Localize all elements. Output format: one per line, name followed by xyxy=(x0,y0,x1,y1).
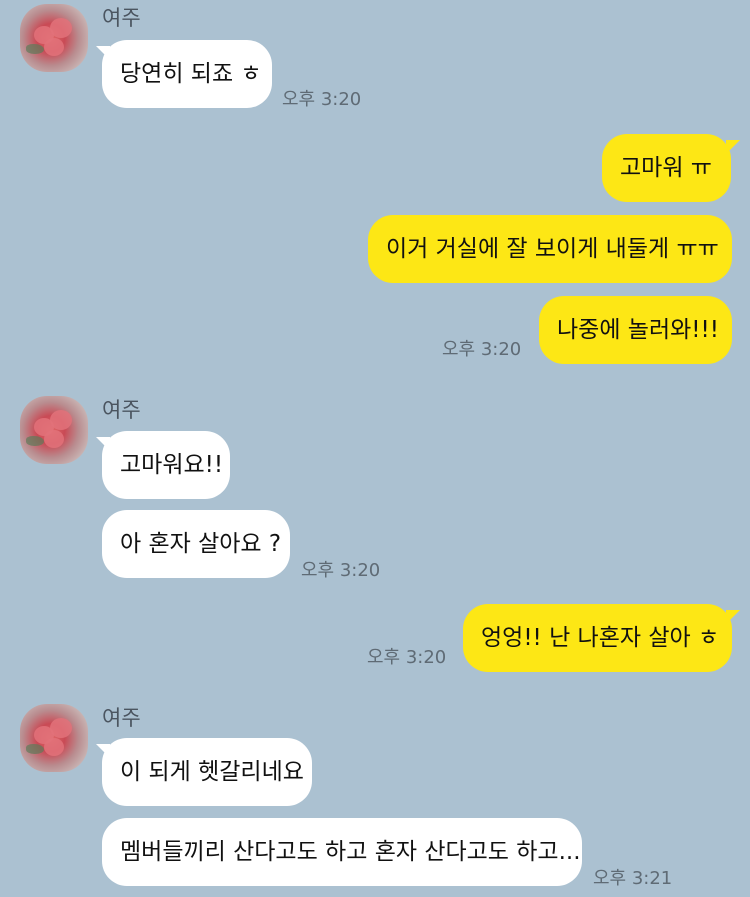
message-bubble-outgoing[interactable]: 이거 거실에 잘 보이게 내둘게 ㅠㅠ xyxy=(368,215,732,283)
bubble-tail xyxy=(726,610,740,624)
contact-name: 여주 xyxy=(102,706,141,730)
chat-window: 여주 당연히 되죠 ㅎ 오후 3:20 고마워 ㅠ 이거 거실에 잘 보이게 내… xyxy=(0,0,750,897)
message-bubble-incoming[interactable]: 고마워요!! xyxy=(102,431,230,499)
bubble-tail xyxy=(726,140,740,154)
message-bubble-outgoing[interactable]: 나중에 놀러와!!! xyxy=(539,296,732,364)
contact-avatar[interactable] xyxy=(20,396,88,464)
message-time: 오후 3:20 xyxy=(282,89,362,110)
contact-name: 여주 xyxy=(102,6,141,30)
contact-avatar[interactable] xyxy=(20,704,88,772)
message-time: 오후 3:20 xyxy=(367,647,447,668)
message-time: 오후 3:20 xyxy=(301,560,381,581)
message-bubble-incoming[interactable]: 당연히 되죠 ㅎ xyxy=(102,40,272,108)
contact-name: 여주 xyxy=(102,398,141,422)
message-bubble-incoming[interactable]: 멤버들끼리 산다고도 하고 혼자 산다고도 하고... xyxy=(102,818,582,886)
message-bubble-incoming[interactable]: 아 혼자 살아요 ? xyxy=(102,510,290,578)
contact-avatar[interactable] xyxy=(20,4,88,72)
message-bubble-outgoing[interactable]: 고마워 ㅠ xyxy=(602,134,731,202)
message-time: 오후 3:20 xyxy=(442,339,522,360)
message-bubble-incoming[interactable]: 이 되게 헷갈리네요 xyxy=(102,738,312,806)
message-bubble-outgoing[interactable]: 엉엉!! 난 나혼자 살아 ㅎ xyxy=(463,604,732,672)
message-time: 오후 3:21 xyxy=(593,868,673,889)
